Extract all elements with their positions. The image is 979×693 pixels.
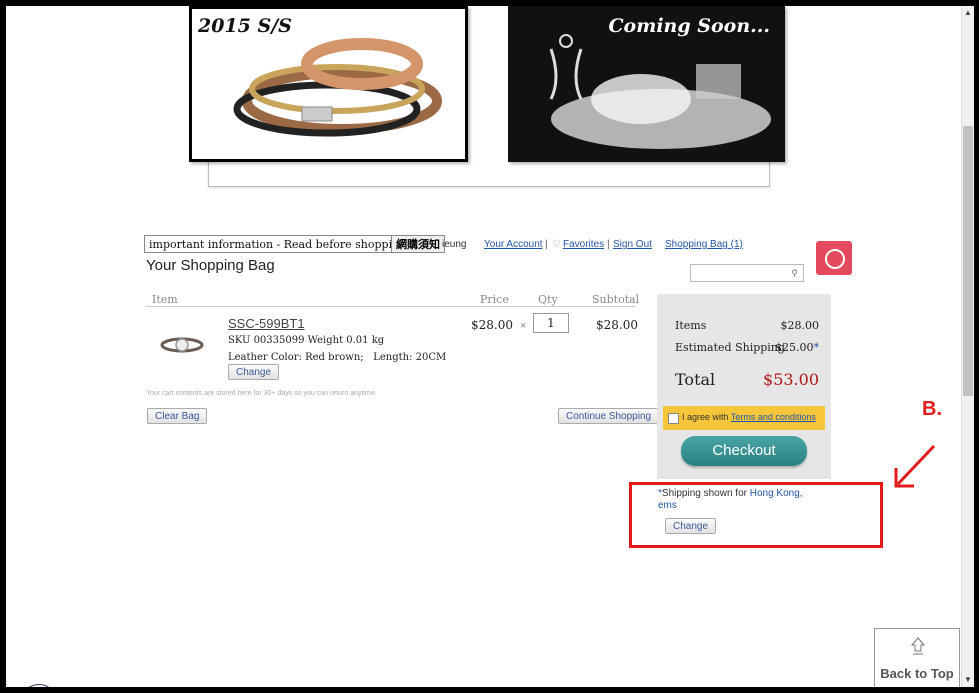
page: 2015 S/S Coming Soon... important inform… [6, 6, 961, 687]
annotation-highlight-box [629, 482, 883, 548]
scroll-thumb[interactable] [963, 126, 973, 396]
search-input[interactable]: ⚲ [690, 264, 804, 282]
items-value: $28.00 [780, 319, 820, 332]
annotation-arrow-icon [894, 444, 936, 488]
up-arrow-icon [911, 637, 925, 655]
terms-link[interactable]: Terms and conditions [731, 412, 816, 422]
scroll-down-icon[interactable]: ▼ [962, 673, 974, 687]
shipping-label: Estimated Shipping [675, 341, 785, 354]
header-item: Item [152, 293, 178, 306]
times-sign: × [520, 320, 527, 332]
item-thumbnail[interactable] [160, 334, 204, 356]
cart-note: Your cart contents are stored here for 3… [146, 390, 377, 397]
heart-icon: ♡ [552, 239, 561, 250]
order-summary: Items $28.00 Estimated Shipping $25.00* … [657, 294, 831, 479]
terms-text: I agree with Terms and conditions [682, 412, 816, 422]
favorites-link[interactable]: Favorites [563, 239, 604, 250]
separator: | [545, 239, 548, 250]
banner-bracelets[interactable]: 2015 S/S [189, 6, 468, 162]
item-change-button[interactable]: Change [228, 364, 280, 380]
continue-shopping-button[interactable]: Continue Shopping [558, 408, 660, 424]
shipping-value-group: $25.00* [775, 341, 819, 354]
user-name-fragment: ieung [442, 239, 467, 250]
item-subtotal: $28.00 [596, 318, 638, 332]
search-icon[interactable]: ⚲ [791, 268, 798, 279]
your-account-link[interactable]: Your Account [484, 239, 543, 250]
header-subtotal: Subtotal [592, 293, 640, 306]
checkout-button[interactable]: Checkout [681, 436, 807, 466]
terms-checkbox[interactable] [668, 413, 679, 424]
scroll-up-icon[interactable]: ▲ [962, 6, 974, 20]
header-price: Price [480, 293, 509, 306]
separator: | [607, 239, 610, 250]
annotation-label: B. [922, 398, 942, 420]
chat-button[interactable] [816, 241, 852, 275]
header-divider [146, 306, 636, 307]
important-info-button[interactable]: important information - Read before shop… [144, 235, 412, 253]
banner-caption-left: 2015 S/S [198, 15, 292, 37]
back-to-top-label: Back to Top [880, 666, 954, 681]
terms-prefix: I agree with [682, 412, 731, 422]
item-price: $28.00 [471, 318, 513, 332]
item-name-link[interactable]: SSC-599BT1 [228, 316, 305, 331]
scrollbar[interactable]: ▲ ▼ [961, 6, 974, 687]
quantity-input[interactable]: 1 [533, 313, 569, 333]
terms-agreement: I agree with Terms and conditions [663, 406, 825, 430]
sign-out-link[interactable]: Sign Out [613, 239, 652, 250]
back-to-top-button[interactable]: Back to Top [874, 628, 960, 687]
banner-caption-right: Coming Soon... [608, 15, 770, 37]
important-info-cn-button[interactable]: 網購須知 [391, 235, 445, 253]
item-options: Leather Color: Red brown; Length: 20CM [228, 352, 447, 363]
circle-icon [20, 684, 58, 687]
shopping-bag-link[interactable]: Shopping Bag (1) [665, 239, 743, 250]
items-label: Items [675, 319, 707, 332]
banner-coming-soon[interactable]: Coming Soon... [508, 6, 785, 162]
total-value: $53.00 [763, 370, 819, 389]
total-label: Total [675, 370, 716, 389]
item-sku: SKU 00335099 Weight 0.01 kg [228, 335, 385, 346]
shipping-value: $25.00 [775, 341, 814, 354]
header-qty: Qty [538, 293, 558, 306]
page-title: Your Shopping Bag [146, 257, 275, 274]
shipping-asterisk: * [813, 341, 820, 354]
clear-bag-button[interactable]: Clear Bag [147, 408, 208, 424]
smiley-icon [825, 249, 845, 269]
